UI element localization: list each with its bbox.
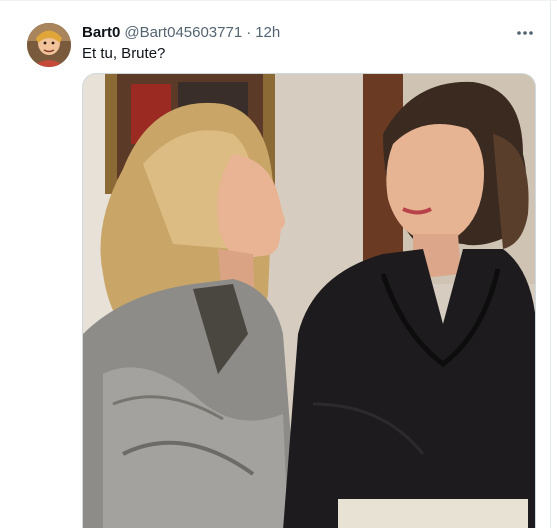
separator-dot: · [246,24,252,41]
tweet-text: Et tu, Brute? [82,45,166,62]
tweet-header: Bart0 @Bart045603771 · 12h [82,23,280,43]
more-horizontal-icon [517,31,533,35]
user-handle[interactable]: @Bart045603771 [124,23,242,43]
photo-image [83,74,535,528]
timeline-border [550,1,551,528]
tweet-photo[interactable] [82,73,536,528]
tweet[interactable]: Bart0 @Bart045603771 · 12h Et tu, Brute? [0,0,557,528]
avatar-image [27,23,71,67]
avatar[interactable] [27,23,71,67]
display-name[interactable]: Bart0 [82,23,120,43]
timestamp[interactable]: 12h [255,23,280,43]
more-options-button[interactable] [511,23,539,43]
